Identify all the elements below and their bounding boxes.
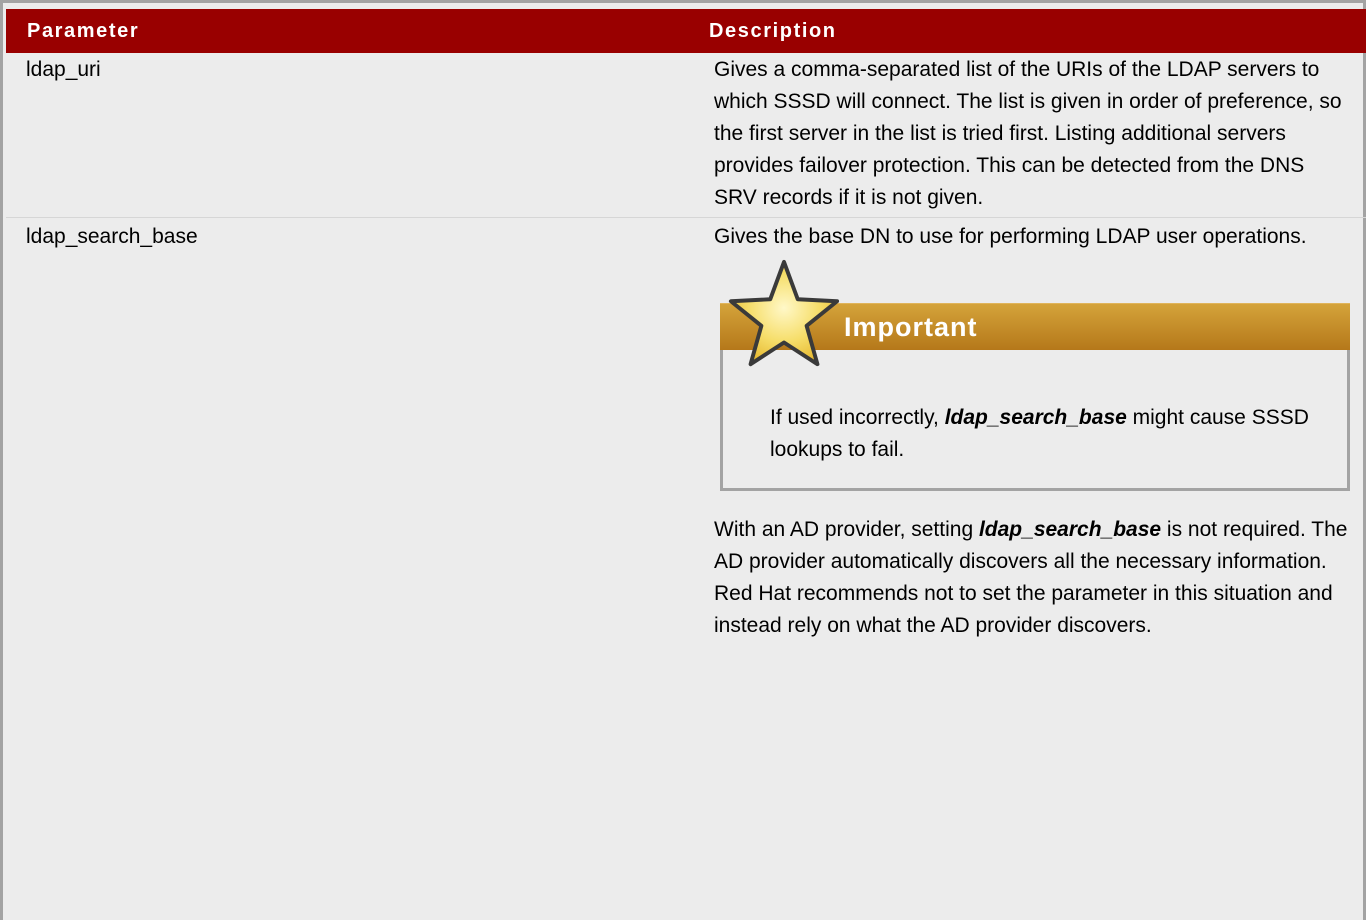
note-text-before: With an AD provider, setting [714,518,979,541]
admonition-header: Important [720,259,1350,367]
ad-provider-note: With an AD provider, setting ldap_search… [714,514,1352,642]
parameter-table: Parameter Description ldap_uri Gives a c… [6,9,1366,642]
star-icon [728,259,840,367]
table-header-row: Parameter Description [6,9,1366,53]
admonition-text: If used incorrectly, ldap_search_base mi… [770,402,1327,466]
document-frame: Parameter Description ldap_uri Gives a c… [0,0,1366,920]
parameter-cell: ldap_search_base [26,225,198,248]
table-row: ldap_uri Gives a comma-separated list of… [6,53,1366,218]
parameter-cell: ldap_uri [6,53,688,218]
parameter-name-emphasis: ldap_search_base [944,406,1127,429]
table-row: ldap_search_base Gives the base DN to us… [6,218,1366,643]
parameter-name-emphasis: ldap_search_base [978,518,1162,541]
column-header-parameter: Parameter [6,9,688,53]
admonition-title: Important [844,312,978,342]
column-header-description: Description [688,9,1366,53]
important-admonition: Important If used incorrectly, ldap_sear… [720,259,1350,491]
description-text: Gives a comma-separated list of the URIs… [714,58,1342,209]
description-text: Gives the base DN to use for performing … [714,225,1307,248]
description-cell: Gives a comma-separated list of the URIs… [688,53,1366,218]
admonition-text-before: If used incorrectly, [770,406,945,429]
description-cell: Gives the base DN to use for performing … [688,218,1366,643]
